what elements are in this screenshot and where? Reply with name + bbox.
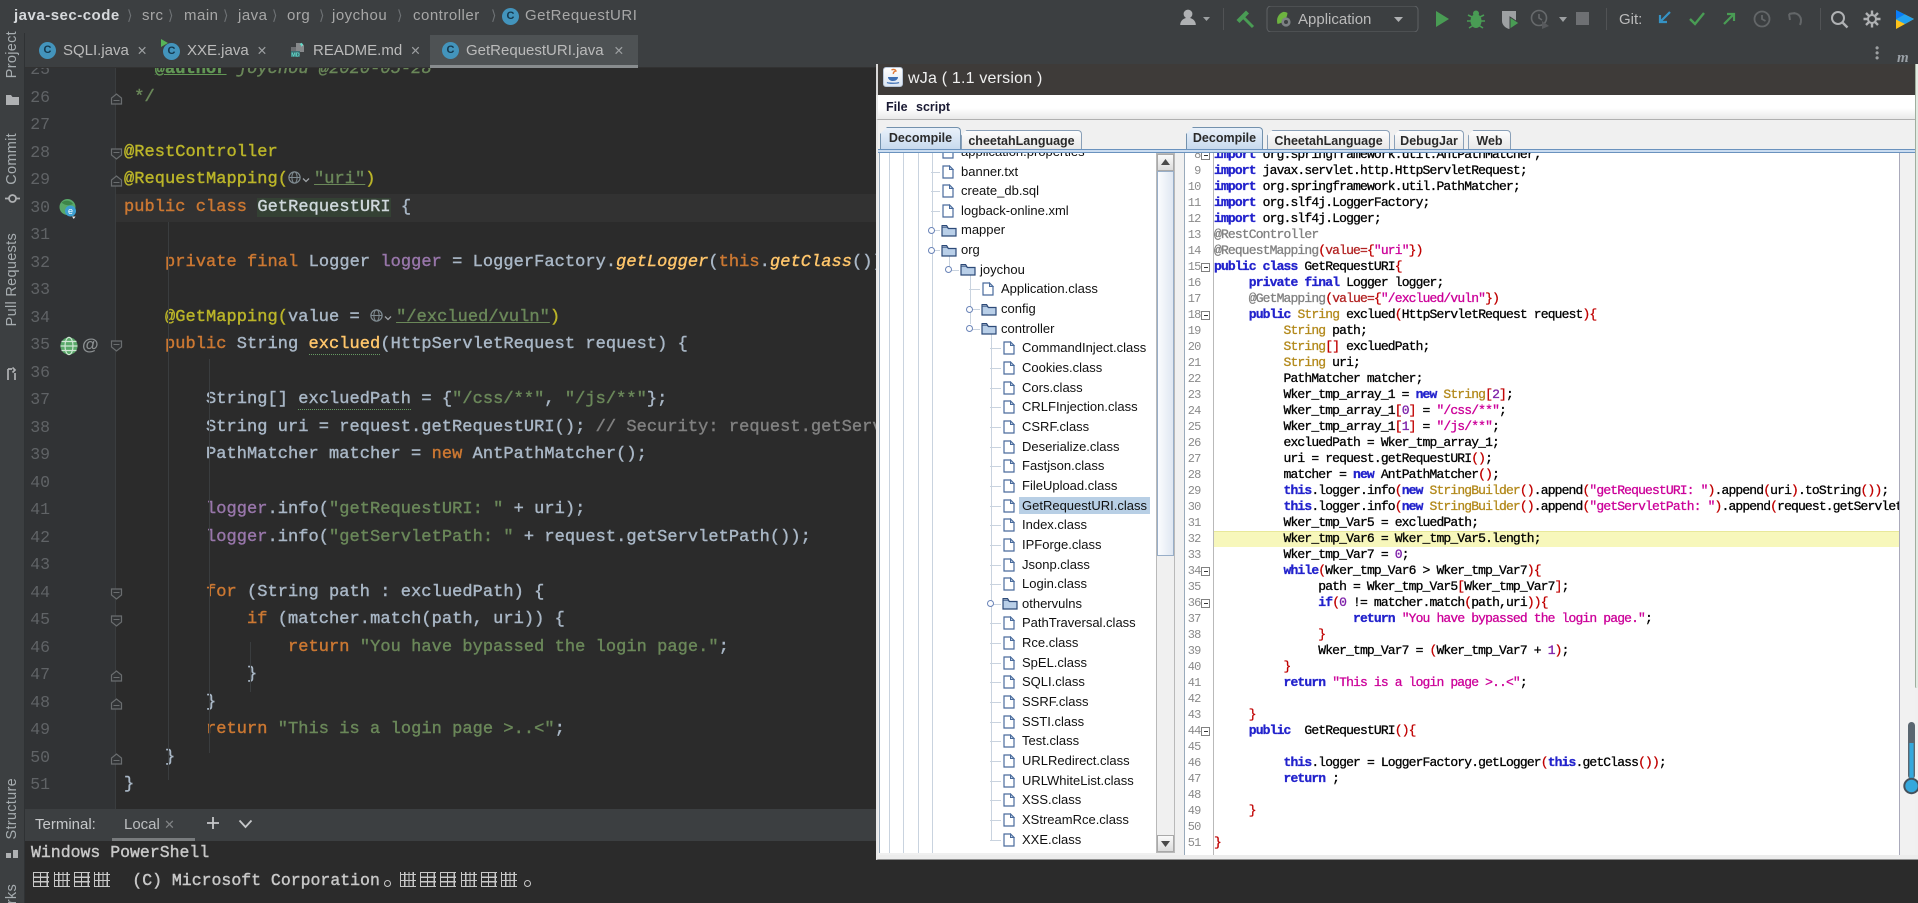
svg-text:Git:: Git:: [1619, 11, 1642, 28]
svg-text:MD: MD: [291, 52, 300, 58]
svg-text:e: e: [68, 205, 73, 215]
svg-text:Application: Application: [1298, 11, 1371, 28]
